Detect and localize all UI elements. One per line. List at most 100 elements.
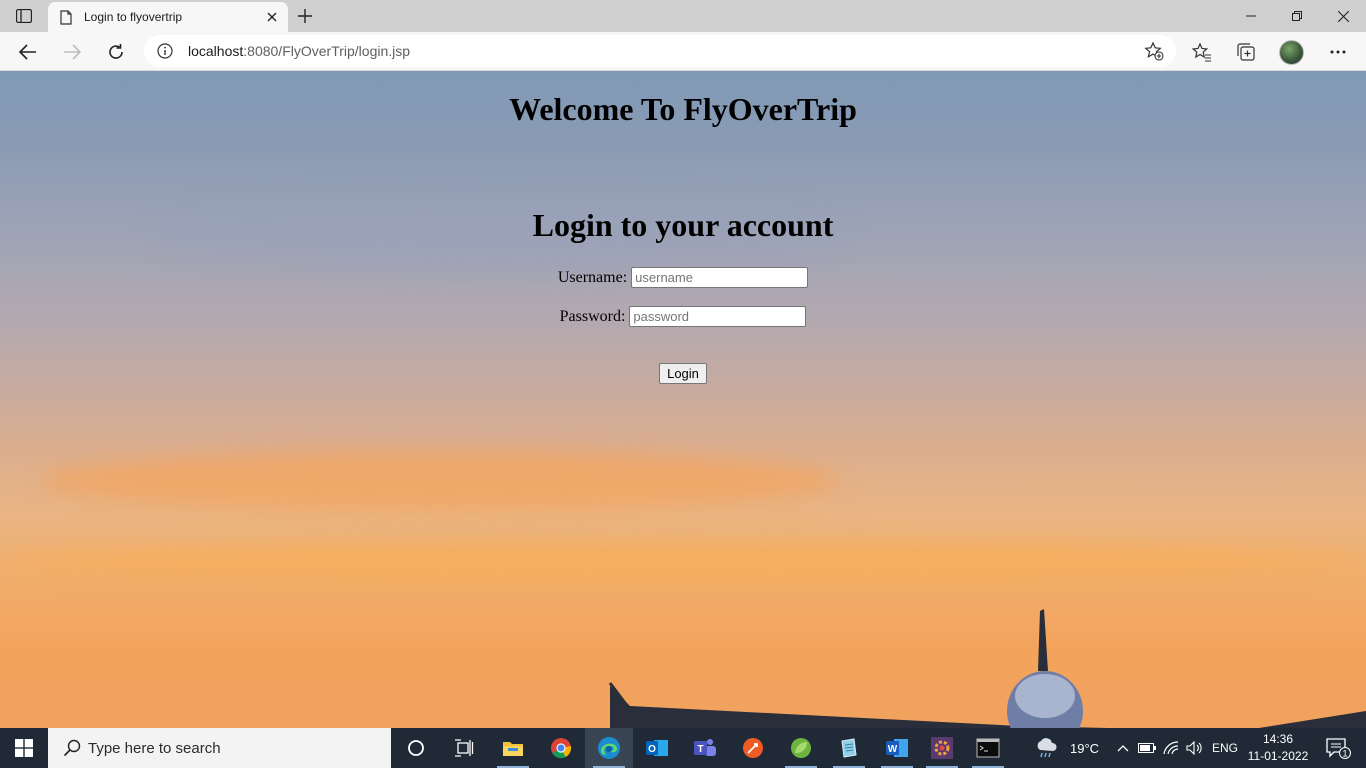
postman-button[interactable] <box>729 728 777 768</box>
background-cloud <box>0 541 1366 581</box>
welcome-heading: Welcome To FlyOverTrip <box>509 91 857 127</box>
folder-icon <box>503 742 523 756</box>
task-view-icon <box>455 739 474 757</box>
terminal-button[interactable] <box>964 728 1012 768</box>
browser-toolbar: localhost:8080/FlyOverTrip/login.jsp <box>0 32 1366 71</box>
chevron-up-icon <box>1117 745 1129 752</box>
show-hidden-icons-button[interactable] <box>1112 728 1134 768</box>
minimize-icon <box>1246 15 1256 17</box>
address-bar[interactable]: localhost:8080/FlyOverTrip/login.jsp <box>144 35 1176 67</box>
collections-button[interactable] <box>1230 36 1262 68</box>
search-placeholder: Type here to search <box>88 739 221 757</box>
site-info-button[interactable] <box>156 42 174 60</box>
cortana-icon <box>408 740 424 756</box>
cortana-button[interactable] <box>392 728 440 768</box>
battery-icon <box>1138 743 1156 753</box>
username-label: Username: <box>557 268 628 286</box>
plus-icon <box>298 9 312 23</box>
username-row: Username: <box>0 267 1366 288</box>
input-language[interactable]: ENG <box>1212 741 1238 755</box>
system-clock[interactable]: 14:36 11-01-2022 <box>1244 731 1312 765</box>
password-input[interactable] <box>629 306 807 327</box>
arrow-right-icon <box>64 44 81 60</box>
ellipsis-icon <box>1330 50 1346 54</box>
back-button[interactable] <box>12 36 44 68</box>
network-button[interactable] <box>1160 728 1182 768</box>
task-view-button[interactable] <box>440 728 488 768</box>
collections-icon <box>1237 43 1255 61</box>
password-label: Password: <box>559 307 626 325</box>
notifications-button[interactable]: 1 <box>1318 728 1358 768</box>
url-host: localhost <box>188 43 244 59</box>
teams-icon: T <box>694 739 716 756</box>
url-text: localhost:8080/FlyOverTrip/login.jsp <box>188 43 1140 59</box>
weather-temperature: 19°C <box>1070 741 1100 756</box>
profile-avatar[interactable] <box>1279 40 1304 65</box>
file-explorer-button[interactable] <box>489 728 537 768</box>
close-icon <box>267 12 277 22</box>
teams-button[interactable]: T <box>681 728 729 768</box>
password-row: Password: <box>0 306 1366 327</box>
tab-close-button[interactable] <box>262 7 282 27</box>
background-cloud <box>40 451 840 511</box>
page-viewport: Welcome To FlyOverTrip Login to your acc… <box>0 71 1366 728</box>
settings-menu-button[interactable] <box>1322 36 1354 68</box>
spring-tool-suite-button[interactable] <box>777 728 825 768</box>
postman-icon <box>743 738 763 758</box>
search-icon <box>62 738 82 758</box>
speaker-icon <box>1186 741 1202 755</box>
minimize-button[interactable] <box>1228 0 1274 32</box>
word-button[interactable]: W <box>873 728 921 768</box>
favorites-button[interactable] <box>1186 36 1218 68</box>
outlook-button[interactable]: O <box>633 728 681 768</box>
clock-date: 11-01-2022 <box>1247 749 1309 763</box>
weather-widget[interactable] <box>1026 728 1066 768</box>
chrome-button[interactable] <box>537 728 585 768</box>
terminal-icon <box>976 738 1000 758</box>
airplane-image <box>608 609 1366 728</box>
add-favorite-button[interactable] <box>1140 37 1168 65</box>
page-icon <box>60 9 74 25</box>
close-window-button[interactable] <box>1320 0 1366 32</box>
star-list-icon <box>1192 42 1211 62</box>
forward-button[interactable] <box>56 36 88 68</box>
restore-icon <box>1292 11 1302 21</box>
refresh-button[interactable] <box>100 36 132 68</box>
notification-count: 1 <box>1342 749 1347 759</box>
taskbar-search-box[interactable]: Type here to search <box>48 728 391 768</box>
windows-logo-icon <box>15 739 33 757</box>
app-button[interactable] <box>918 728 966 768</box>
windows-taskbar: Type here to search O T W 19°C ENG 14:36… <box>0 728 1366 768</box>
start-button[interactable] <box>0 728 48 768</box>
login-button[interactable]: Login <box>659 363 707 384</box>
login-heading: Login to your account <box>532 207 834 243</box>
svg-text:T: T <box>697 744 703 755</box>
chrome-icon <box>551 738 572 759</box>
sidebar-toggle-button[interactable] <box>8 4 40 28</box>
clock-time: 14:36 <box>1262 732 1294 746</box>
new-tab-button[interactable] <box>293 4 317 28</box>
username-input[interactable] <box>631 267 809 288</box>
star-plus-icon <box>1144 41 1164 61</box>
tab-title: Login to flyovertrip <box>84 10 183 24</box>
url-path: :8080/FlyOverTrip/login.jsp <box>243 43 411 59</box>
svg-text:W: W <box>888 744 898 755</box>
spring-leaf-icon <box>791 738 811 758</box>
browser-titlebar: Login to flyovertrip <box>0 0 1366 32</box>
browser-tab[interactable]: Login to flyovertrip <box>48 2 288 32</box>
wifi-icon <box>1163 741 1179 755</box>
restore-button[interactable] <box>1274 0 1320 32</box>
app-button[interactable] <box>825 728 873 768</box>
edge-icon <box>598 737 620 759</box>
info-icon <box>157 43 173 59</box>
volume-button[interactable] <box>1184 728 1206 768</box>
svg-text:O: O <box>648 744 656 755</box>
notification-icon: 1 <box>1326 738 1351 759</box>
edge-button[interactable] <box>585 728 633 768</box>
rain-cloud-icon <box>1037 738 1057 758</box>
refresh-icon <box>109 44 123 59</box>
close-icon <box>1337 10 1349 22</box>
gear-app-icon <box>931 737 953 759</box>
word-icon: W <box>886 739 908 757</box>
battery-button[interactable] <box>1136 728 1158 768</box>
